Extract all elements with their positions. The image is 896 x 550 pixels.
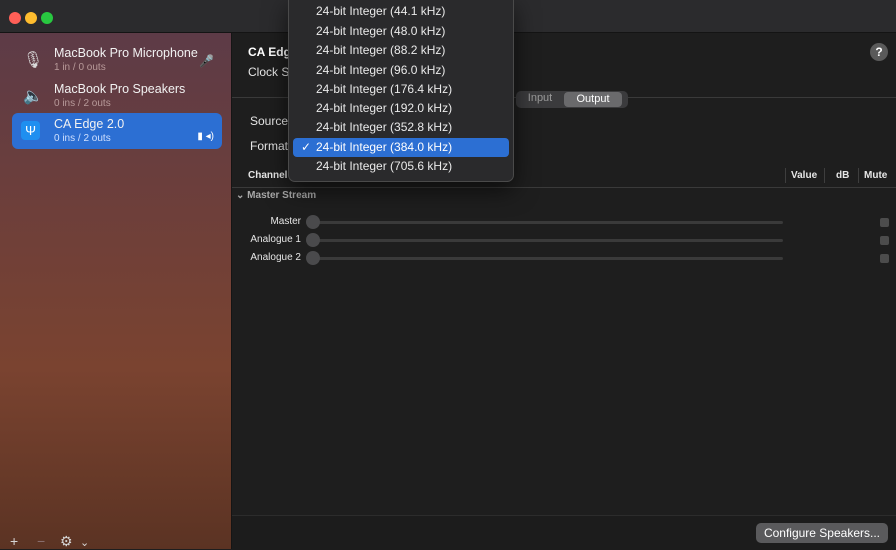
- mute-checkbox-master[interactable]: [880, 218, 889, 227]
- mute-checkbox-analogue-2[interactable]: [880, 254, 889, 263]
- device-item-macbook-microphone[interactable]: 🎙 MacBook Pro Microphone 1 in / 0 outs 🎤: [12, 42, 222, 78]
- minimize-window-button[interactable]: [25, 12, 37, 24]
- configure-speakers-button[interactable]: Configure Speakers...: [755, 523, 888, 543]
- device-title: CA Edg: [248, 45, 291, 59]
- format-option[interactable]: 24-bit Integer (352.8 kHz): [293, 118, 509, 137]
- tab-input[interactable]: Input: [522, 92, 558, 104]
- source-label: Source: [250, 114, 289, 128]
- format-option-label: 24-bit Integer (192.0 kHz): [316, 101, 453, 115]
- device-item-macbook-speakers[interactable]: 🔈 MacBook Pro Speakers 0 ins / 2 outs: [12, 78, 222, 114]
- mute-checkbox-analogue-1[interactable]: [880, 236, 889, 245]
- format-option-label: 24-bit Integer (44.1 kHz): [316, 4, 446, 18]
- format-label: Format: [250, 139, 289, 153]
- device-io: 0 ins / 2 outs: [54, 133, 111, 144]
- channel-label-analogue-1: Analogue 1: [250, 234, 301, 245]
- column-divider: [785, 168, 786, 183]
- remove-device-button[interactable]: −: [37, 533, 45, 549]
- format-option-label: 24-bit Integer (352.8 kHz): [316, 120, 453, 134]
- chevron-down-icon[interactable]: ⌄: [80, 536, 89, 549]
- format-option-label: 24-bit Integer (384.0 kHz): [316, 140, 453, 154]
- device-name: CA Edge 2.0: [54, 117, 125, 131]
- input-output-segmented-control: Input Output: [516, 91, 628, 108]
- column-mute: Mute: [864, 170, 888, 181]
- microphone-icon: 🎙: [22, 52, 44, 69]
- default-input-icon: 🎤: [199, 54, 214, 68]
- format-dropdown-menu: 24-bit Integer (44.1 kHz) 24-bit Integer…: [288, 0, 514, 182]
- footer-bar: Configure Speakers...: [232, 515, 896, 550]
- zoom-window-button[interactable]: [41, 12, 53, 24]
- device-name: MacBook Pro Speakers: [54, 82, 186, 96]
- device-io: 0 ins / 2 outs: [54, 98, 111, 109]
- format-option-label: 24-bit Integer (705.6 kHz): [316, 159, 453, 173]
- tab-output[interactable]: Output: [564, 92, 622, 107]
- format-option[interactable]: 24-bit Integer (705.6 kHz): [293, 157, 509, 176]
- close-window-button[interactable]: [9, 12, 21, 24]
- volume-slider-track[interactable]: [315, 239, 783, 242]
- format-option[interactable]: 24-bit Integer (88.2 kHz): [293, 41, 509, 60]
- column-divider: [858, 168, 859, 183]
- checkmark-icon: ✓: [301, 140, 312, 154]
- device-io: 1 in / 0 outs: [54, 62, 106, 73]
- channel-label-analogue-2: Analogue 2: [250, 252, 301, 263]
- column-divider: [824, 168, 825, 183]
- device-sidebar: 🎙 MacBook Pro Microphone 1 in / 0 outs 🎤…: [0, 33, 232, 549]
- format-option-label: 24-bit Integer (96.0 kHz): [316, 63, 446, 77]
- format-option-label: 24-bit Integer (176.4 kHz): [316, 82, 453, 96]
- volume-slider-track[interactable]: [315, 221, 783, 224]
- column-channel: Channel: [248, 170, 288, 181]
- format-option-label: 24-bit Integer (48.0 kHz): [316, 24, 446, 38]
- channel-label-master: Master: [270, 216, 301, 227]
- volume-slider-knob[interactable]: [306, 233, 320, 247]
- volume-slider-knob[interactable]: [306, 215, 320, 229]
- column-db: dB: [836, 170, 850, 181]
- format-option-label: 24-bit Integer (88.2 kHz): [316, 43, 446, 57]
- format-option[interactable]: 24-bit Integer (176.4 kHz): [293, 80, 509, 99]
- volume-slider-knob[interactable]: [306, 251, 320, 265]
- format-option[interactable]: 24-bit Integer (44.1 kHz): [293, 2, 509, 21]
- gear-icon[interactable]: ⚙: [60, 533, 73, 550]
- device-name: MacBook Pro Microphone: [54, 46, 198, 60]
- format-option-selected[interactable]: ✓ 24-bit Integer (384.0 kHz): [293, 138, 509, 157]
- device-item-ca-edge[interactable]: Ψ CA Edge 2.0 0 ins / 2 outs ▮ ◂): [12, 113, 222, 149]
- default-output-icon: ▮ ◂): [197, 131, 214, 142]
- format-option[interactable]: 24-bit Integer (96.0 kHz): [293, 61, 509, 80]
- volume-slider-track[interactable]: [315, 257, 783, 260]
- clock-source-label: Clock S: [248, 65, 290, 79]
- help-button[interactable]: ?: [870, 43, 888, 61]
- format-option[interactable]: 24-bit Integer (192.0 kHz): [293, 99, 509, 118]
- column-value: Value: [791, 170, 818, 181]
- speaker-icon: 🔈: [23, 88, 43, 105]
- format-option[interactable]: 24-bit Integer (48.0 kHz): [293, 22, 509, 41]
- master-stream-label: Master Stream: [247, 190, 317, 201]
- usb-icon: Ψ: [21, 121, 40, 140]
- add-device-button[interactable]: +: [10, 533, 18, 549]
- master-stream-group[interactable]: ⌄ Master Stream: [236, 190, 316, 201]
